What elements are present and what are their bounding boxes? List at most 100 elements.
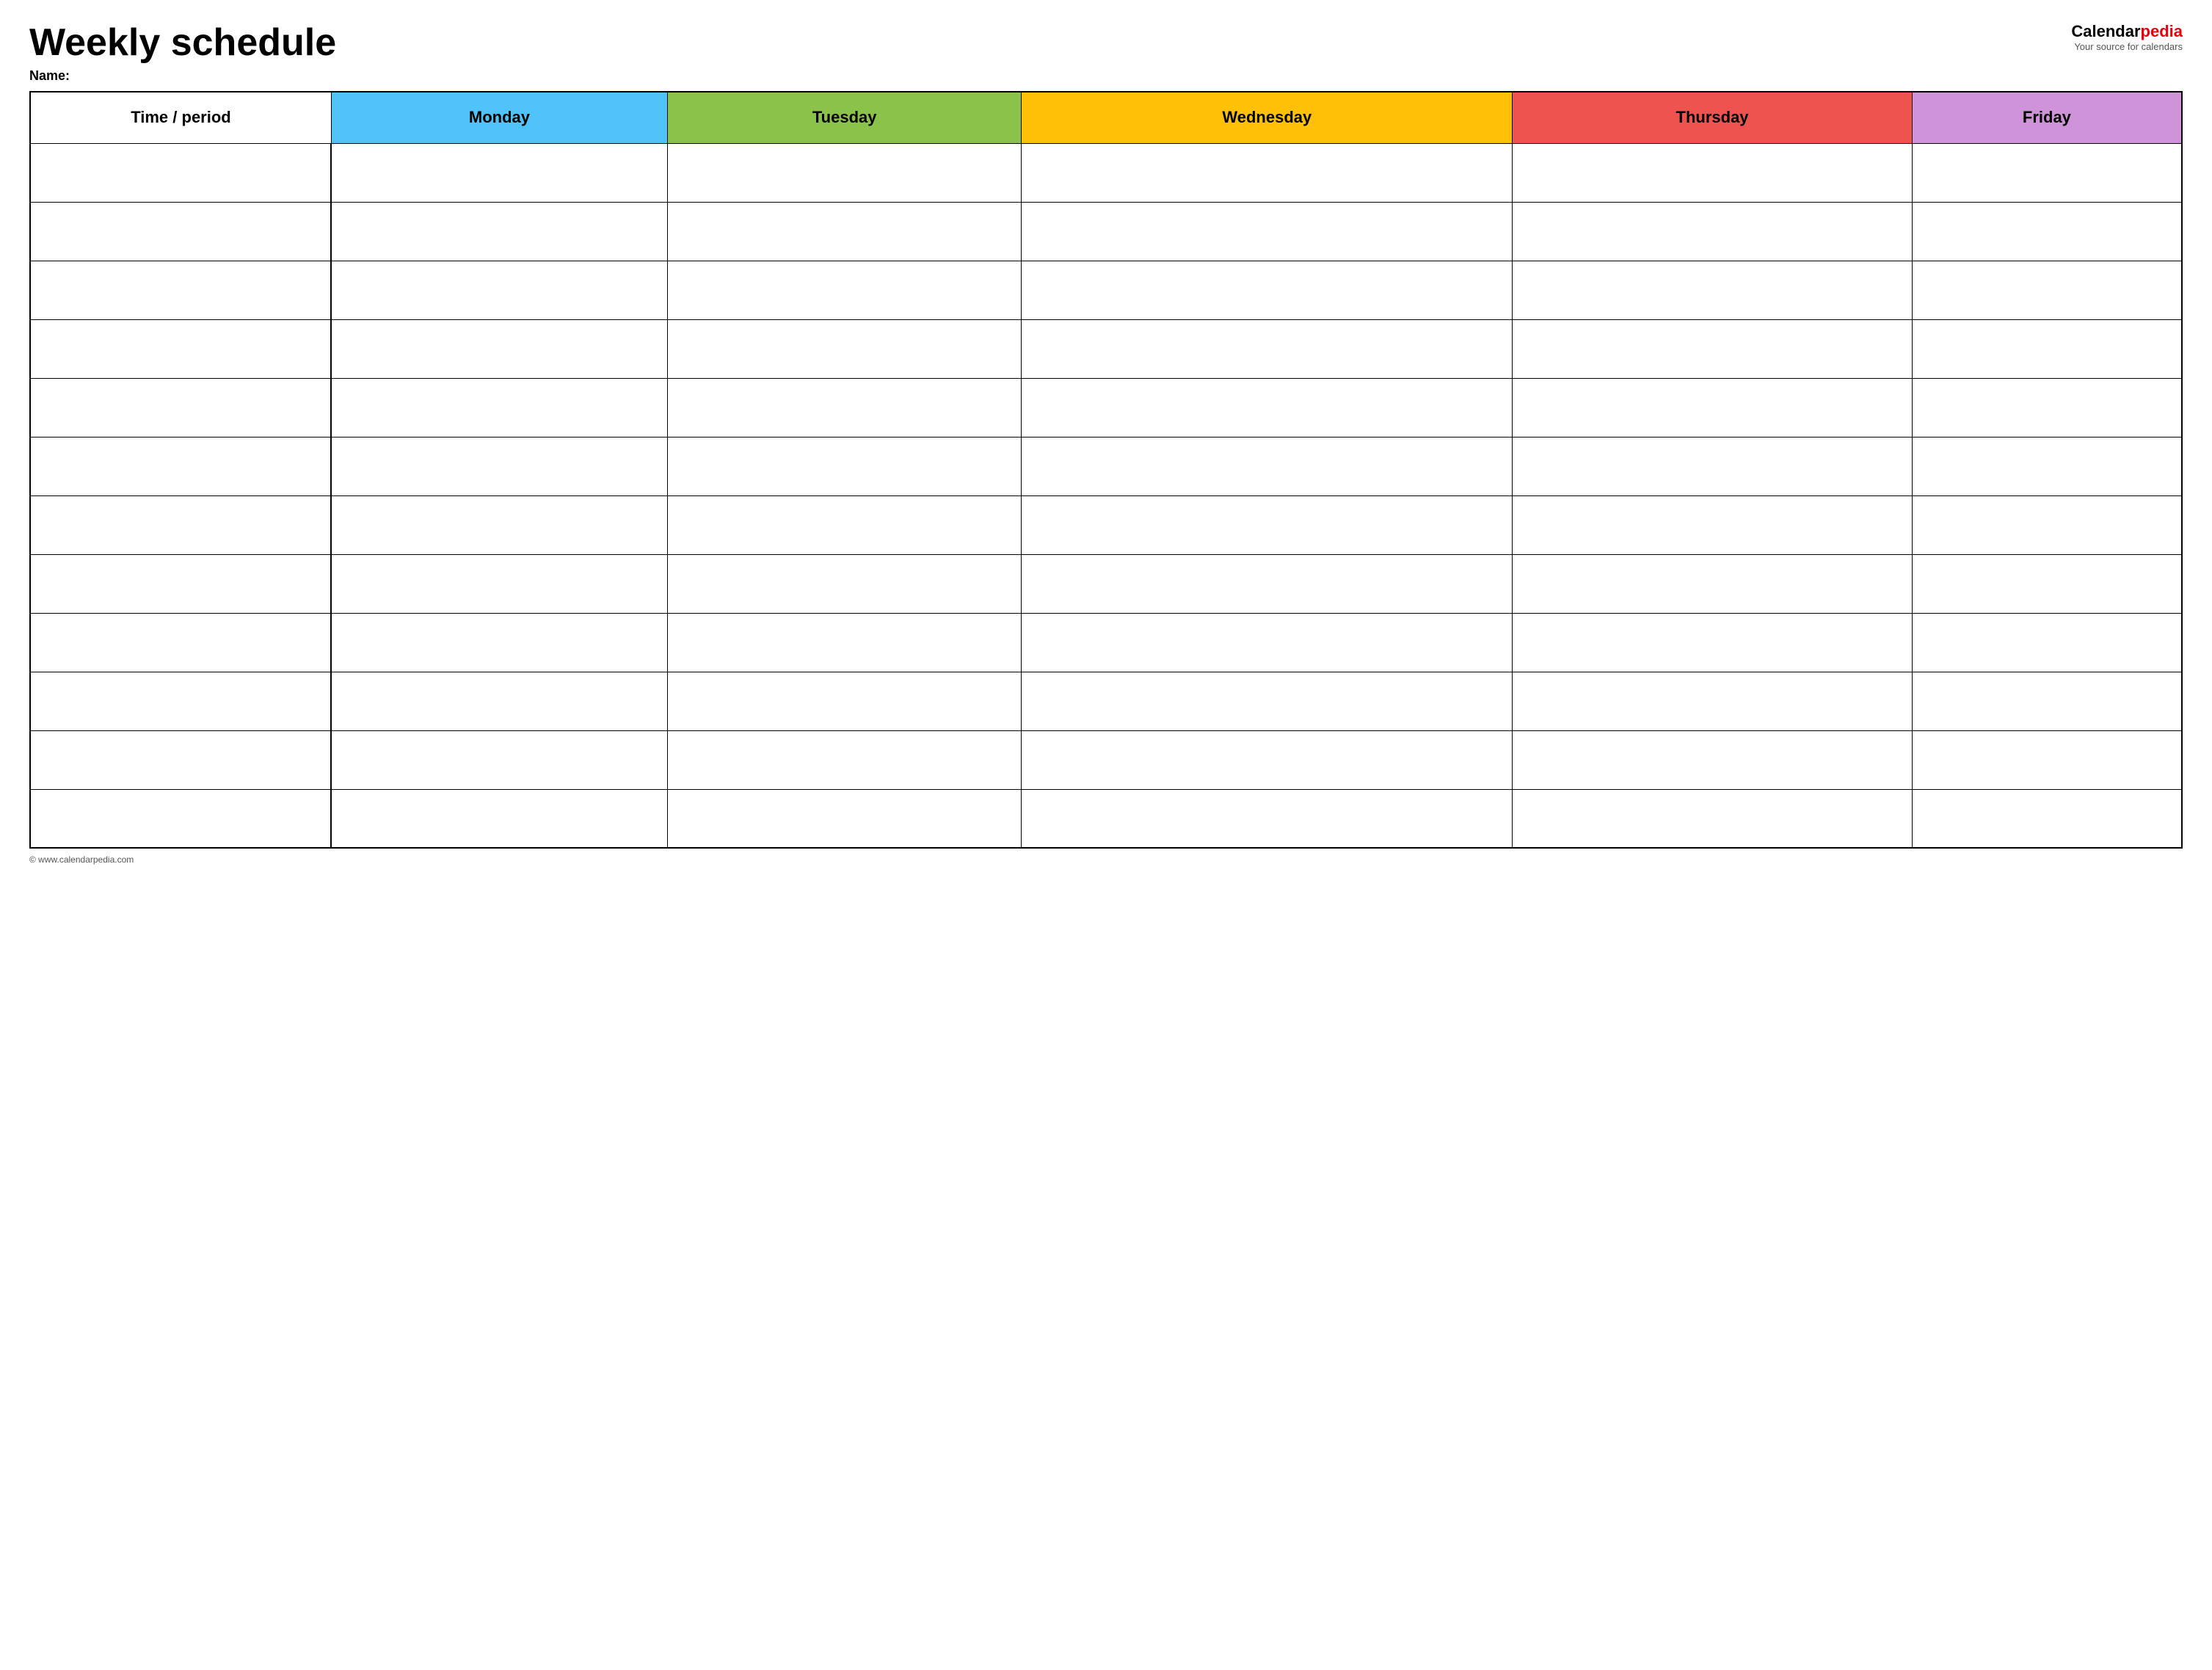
schedule-cell[interactable] (1022, 613, 1513, 672)
schedule-cell[interactable] (667, 319, 1021, 378)
schedule-cell[interactable] (667, 789, 1021, 848)
schedule-cell[interactable] (1022, 495, 1513, 554)
time-cell[interactable] (30, 378, 331, 437)
schedule-cell[interactable] (1513, 730, 1913, 789)
schedule-cell[interactable] (1912, 378, 2182, 437)
schedule-table: Time / period Monday Tuesday Wednesday T… (29, 91, 2183, 849)
schedule-cell[interactable] (1513, 143, 1913, 202)
schedule-cell[interactable] (331, 613, 667, 672)
schedule-cell[interactable] (1022, 730, 1513, 789)
name-label: Name: (29, 68, 336, 84)
schedule-cell[interactable] (1022, 143, 1513, 202)
schedule-cell[interactable] (331, 143, 667, 202)
time-cell[interactable] (30, 202, 331, 261)
schedule-cell[interactable] (1912, 789, 2182, 848)
schedule-cell[interactable] (331, 495, 667, 554)
schedule-cell[interactable] (1022, 789, 1513, 848)
schedule-cell[interactable] (331, 730, 667, 789)
time-cell[interactable] (30, 554, 331, 613)
time-cell[interactable] (30, 495, 331, 554)
time-cell[interactable] (30, 319, 331, 378)
table-row (30, 378, 2182, 437)
col-header-thursday: Thursday (1513, 92, 1913, 143)
schedule-cell[interactable] (1513, 319, 1913, 378)
table-row (30, 730, 2182, 789)
schedule-cell[interactable] (331, 261, 667, 319)
schedule-cell[interactable] (331, 789, 667, 848)
time-cell[interactable] (30, 143, 331, 202)
schedule-cell[interactable] (331, 378, 667, 437)
schedule-cell[interactable] (667, 437, 1021, 495)
schedule-cell[interactable] (1022, 202, 1513, 261)
col-header-monday: Monday (331, 92, 667, 143)
title-section: Weekly schedule Name: (29, 22, 336, 84)
col-header-time: Time / period (30, 92, 331, 143)
schedule-cell[interactable] (1912, 261, 2182, 319)
schedule-cell[interactable] (667, 143, 1021, 202)
table-row (30, 613, 2182, 672)
schedule-cell[interactable] (1513, 261, 1913, 319)
table-row (30, 437, 2182, 495)
schedule-cell[interactable] (1022, 261, 1513, 319)
logo-calendar-part: Calendar (2071, 22, 2140, 40)
footer: © www.calendarpedia.com (29, 854, 2183, 865)
schedule-cell[interactable] (1022, 437, 1513, 495)
schedule-cell[interactable] (1912, 672, 2182, 730)
schedule-cell[interactable] (1912, 437, 2182, 495)
schedule-cell[interactable] (1022, 672, 1513, 730)
col-header-tuesday: Tuesday (667, 92, 1021, 143)
page-title: Weekly schedule (29, 22, 336, 64)
table-row (30, 495, 2182, 554)
schedule-cell[interactable] (667, 495, 1021, 554)
schedule-cell[interactable] (1912, 613, 2182, 672)
table-row (30, 143, 2182, 202)
schedule-cell[interactable] (667, 730, 1021, 789)
schedule-cell[interactable] (1912, 730, 2182, 789)
schedule-cell[interactable] (1513, 495, 1913, 554)
logo-subtitle: Your source for calendars (2074, 41, 2183, 52)
schedule-cell[interactable] (667, 378, 1021, 437)
schedule-cell[interactable] (667, 613, 1021, 672)
time-cell[interactable] (30, 261, 331, 319)
schedule-body (30, 143, 2182, 848)
schedule-cell[interactable] (1513, 672, 1913, 730)
schedule-cell[interactable] (1912, 202, 2182, 261)
schedule-cell[interactable] (331, 672, 667, 730)
schedule-cell[interactable] (1513, 437, 1913, 495)
time-cell[interactable] (30, 613, 331, 672)
schedule-cell[interactable] (331, 437, 667, 495)
schedule-cell[interactable] (1912, 495, 2182, 554)
schedule-cell[interactable] (1513, 613, 1913, 672)
schedule-cell[interactable] (1022, 319, 1513, 378)
schedule-cell[interactable] (1022, 378, 1513, 437)
schedule-cell[interactable] (667, 672, 1021, 730)
table-row (30, 319, 2182, 378)
schedule-cell[interactable] (1022, 554, 1513, 613)
table-row (30, 202, 2182, 261)
schedule-cell[interactable] (667, 261, 1021, 319)
schedule-cell[interactable] (1912, 554, 2182, 613)
schedule-cell[interactable] (1513, 202, 1913, 261)
logo-pedia-part: pedia (2141, 22, 2183, 40)
schedule-cell[interactable] (1513, 378, 1913, 437)
header-row: Time / period Monday Tuesday Wednesday T… (30, 92, 2182, 143)
schedule-cell[interactable] (1912, 319, 2182, 378)
schedule-cell[interactable] (1513, 789, 1913, 848)
time-cell[interactable] (30, 789, 331, 848)
time-cell[interactable] (30, 672, 331, 730)
time-cell[interactable] (30, 730, 331, 789)
schedule-cell[interactable] (667, 554, 1021, 613)
col-header-wednesday: Wednesday (1022, 92, 1513, 143)
schedule-cell[interactable] (1912, 143, 2182, 202)
schedule-cell[interactable] (1513, 554, 1913, 613)
table-row (30, 672, 2182, 730)
schedule-cell[interactable] (331, 319, 667, 378)
logo-text: Calendarpedia (2071, 22, 2183, 41)
time-cell[interactable] (30, 437, 331, 495)
schedule-cell[interactable] (331, 554, 667, 613)
schedule-cell[interactable] (667, 202, 1021, 261)
table-row (30, 789, 2182, 848)
page-header: Weekly schedule Name: Calendarpedia Your… (29, 22, 2183, 84)
schedule-cell[interactable] (331, 202, 667, 261)
logo-section: Calendarpedia Your source for calendars (2071, 22, 2183, 52)
